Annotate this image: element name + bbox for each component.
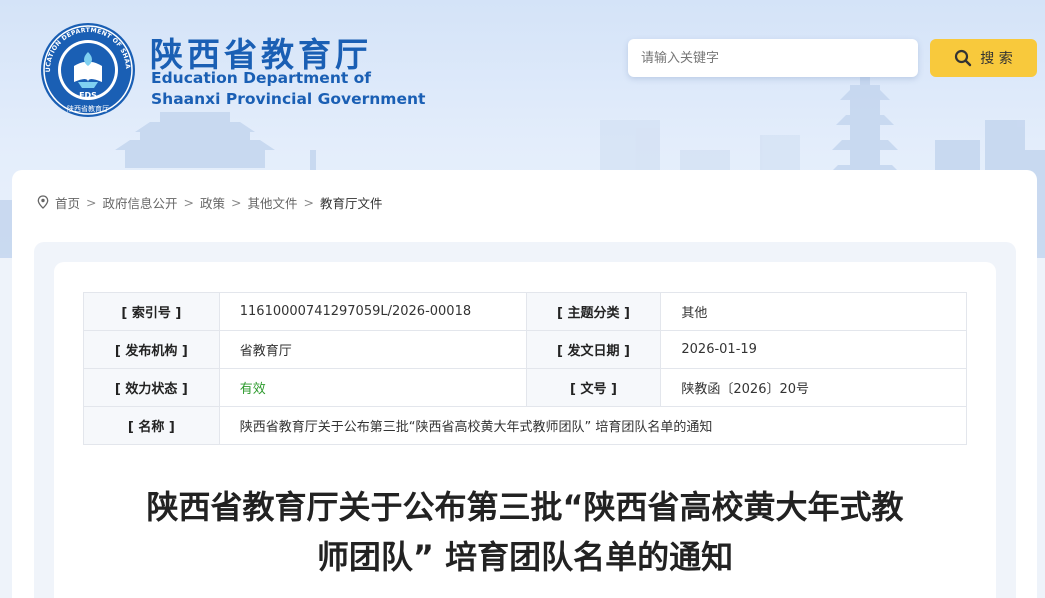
breadcrumb-home[interactable]: 首页	[55, 193, 80, 212]
breadcrumb-separator: >	[303, 194, 314, 210]
table-row: [ 效力状态 ] 有效 [ 文号 ] 陕教函〔2026〕20号	[83, 368, 967, 407]
svg-text:EDS: EDS	[79, 91, 97, 100]
doc-no-label: [ 文号 ]	[525, 368, 662, 407]
publisher-label: [ 发布机构 ]	[83, 330, 220, 369]
category-value: 其他	[660, 292, 967, 331]
issue-date-label: [ 发文日期 ]	[525, 330, 662, 369]
publisher-value: 省教育厅	[218, 330, 527, 369]
breadcrumb-policy[interactable]: 政策	[200, 193, 225, 212]
search-button[interactable]: 搜 索	[930, 39, 1037, 77]
breadcrumb-separator: >	[183, 194, 194, 210]
search-button-label: 搜 索	[980, 51, 1013, 67]
breadcrumb-separator: >	[86, 194, 97, 210]
site-title-en-line2: Shaanxi Provincial Government	[151, 90, 426, 108]
table-row: [ 名称 ] 陕西省教育厅关于公布第三批“陕西省高校黄大年式教师团队” 培育团队…	[83, 406, 968, 445]
search-input[interactable]	[628, 39, 918, 77]
breadcrumb-other-files[interactable]: 其他文件	[248, 193, 298, 212]
issue-date-value: 2026-01-19	[660, 330, 967, 369]
site-title-en-line1: Education Department of	[151, 69, 372, 87]
breadcrumb: 首页 > 政府信息公开 > 政策 > 其他文件 > 教育厅文件	[37, 193, 383, 211]
breadcrumb-gov-info[interactable]: 政府信息公开	[103, 193, 178, 212]
doc-no-value: 陕教函〔2026〕20号	[660, 368, 967, 407]
document-title-line1: 陕西省教育厅关于公布第三批“陕西省高校黄大年式教	[146, 488, 904, 526]
location-pin-icon	[37, 195, 49, 209]
category-label: [ 主题分类 ]	[525, 292, 662, 331]
search-icon	[955, 49, 972, 67]
index-no-label: [ 索引号 ]	[83, 292, 220, 331]
index-no-value: 11610000741297059L/2026-00018	[218, 292, 527, 331]
document-title-line2: 师团队” 培育团队名单的通知	[316, 538, 734, 576]
breadcrumb-separator: >	[231, 194, 242, 210]
breadcrumb-current[interactable]: 教育厅文件	[320, 193, 383, 212]
status-label: [ 效力状态 ]	[83, 368, 220, 407]
department-logo[interactable]: EDS EDUCATION DEPARTMENT OF SHAANXI 陕西省教…	[37, 17, 136, 118]
table-row: [ 发布机构 ] 省教育厅 [ 发文日期 ] 2026-01-19	[83, 330, 967, 369]
document-metadata-table: [ 索引号 ] 11610000741297059L/2026-00018 [ …	[83, 292, 968, 445]
document-title: 陕西省教育厅关于公布第三批“陕西省高校黄大年式教 师团队” 培育团队名单的通知	[100, 482, 950, 582]
table-row: [ 索引号 ] 11610000741297059L/2026-00018 [ …	[83, 292, 967, 331]
emblem-logo-icon: EDS EDUCATION DEPARTMENT OF SHAANXI 陕西省教…	[37, 17, 135, 117]
svg-text:陕西省教育厅: 陕西省教育厅	[67, 104, 109, 113]
status-value: 有效	[218, 368, 527, 407]
name-label: [ 名称 ]	[83, 406, 220, 445]
name-value: 陕西省教育厅关于公布第三批“陕西省高校黄大年式教师团队” 培育团队名单的通知	[218, 406, 968, 445]
